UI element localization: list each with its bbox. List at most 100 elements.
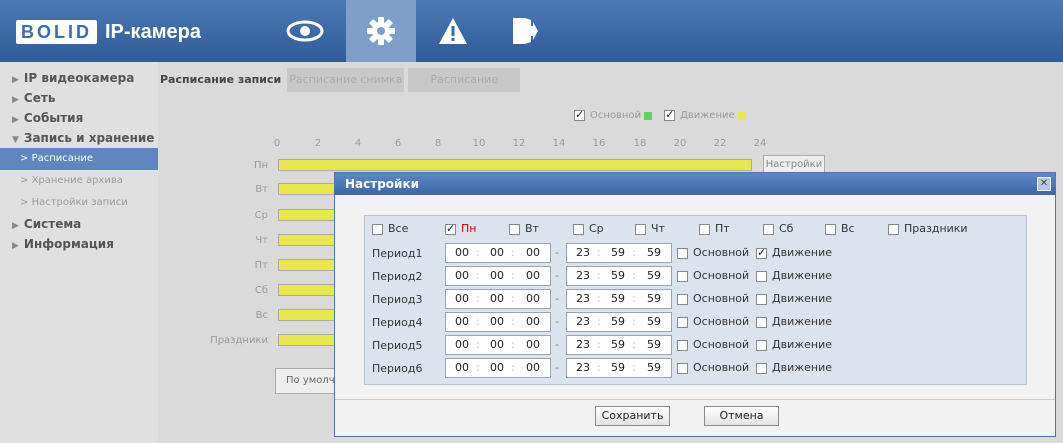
motion-option[interactable]: Движение [756,292,832,305]
main-option[interactable]: Основной [677,292,749,305]
live-view-button[interactable] [270,0,340,62]
checkbox[interactable] [509,223,520,235]
checkbox[interactable] [677,270,688,282]
legend-motion-label: Движение [680,110,735,121]
checkbox[interactable] [756,246,767,259]
main-option[interactable]: Основной [677,338,749,351]
start-time-input[interactable]: 00:00:00 [445,243,551,263]
hour-tick: 6 [394,138,402,149]
sidebar-item-system[interactable]: ▶ Система [0,214,158,234]
start-time-input[interactable]: 00:00:00 [445,266,551,286]
dialog-title: Настройки [345,177,420,191]
schedule-legend: Основной Движение [574,108,758,121]
checkbox[interactable] [763,223,774,235]
header-bar: BOLID IP-камера [0,0,1063,62]
checkbox[interactable] [756,362,767,374]
checkbox[interactable] [756,339,767,351]
start-time-input[interactable]: 00:00:00 [445,289,551,309]
legend-motion-checkbox[interactable] [664,108,676,121]
end-time-input[interactable]: 23:59:59 [566,266,672,286]
checkbox[interactable] [756,293,767,305]
day-option-wed[interactable]: Ср [573,222,604,235]
dialog-titlebar: Настройки ✕ [335,173,1055,195]
main-option[interactable]: Основной [677,361,749,374]
motion-option[interactable]: Движение [756,315,832,328]
start-time-input[interactable]: 00:00:00 [445,312,551,332]
checkbox[interactable] [635,223,646,235]
sidebar-item-camera[interactable]: ▶ IP видеокамера [0,68,158,88]
end-time-input[interactable]: 23:59:59 [566,358,672,378]
end-time-input[interactable]: 23:59:59 [566,312,672,332]
checkbox[interactable] [677,247,688,259]
sidebar-subitem-schedule[interactable]: > Расписание [0,148,158,170]
day-label: Праздники [210,335,268,346]
cancel-button[interactable]: Отмена [704,406,779,426]
day-label: Ср [254,210,268,221]
checkbox[interactable] [445,222,456,235]
sidebar-item-events[interactable]: ▶ События [0,108,158,128]
hour-tick: 8 [434,138,442,149]
sidebar: ▶ IP видеокамера ▶ Сеть ▶ События ▼ Запись и… [0,62,158,443]
checkbox[interactable] [677,339,688,351]
day-option-sun[interactable]: Вс [825,222,855,235]
sidebar-item-network[interactable]: ▶ Сеть [0,88,158,108]
day-label: Вс [255,310,268,321]
end-time-input[interactable]: 23:59:59 [566,243,672,263]
main-option[interactable]: Основной [677,315,749,328]
tab-bar: Расписание записи Расписание снимка Расп… [158,68,524,92]
checkbox[interactable] [573,223,584,235]
settings-button[interactable] [346,0,416,62]
settings-dialog: Настройки ✕ Все Пн Вт Ср Чт Пт Сб Вс Пра… [334,172,1056,437]
checkbox[interactable] [677,362,688,374]
end-time-input[interactable]: 23:59:59 [566,335,672,355]
schedule-bar-mon[interactable] [278,159,752,171]
checkbox[interactable] [677,293,688,305]
legend-main-swatch [644,111,653,120]
legend-main-checkbox[interactable] [574,108,585,121]
tab-snapshot-schedule[interactable]: Расписание снимка [287,68,405,92]
checkbox[interactable] [756,270,767,282]
sidebar-subitem-archive[interactable]: > Хранение архива [0,170,158,192]
hour-tick: 16 [592,138,606,149]
hour-tick: 18 [633,138,647,149]
checkbox[interactable] [888,223,899,235]
checkbox[interactable] [372,223,383,235]
day-option-tue[interactable]: Вт [509,222,539,235]
checkbox[interactable] [699,223,710,235]
day-option-all[interactable]: Все [372,222,408,235]
checkbox[interactable] [677,316,688,328]
day-label: Чт [255,235,268,246]
hour-tick: 14 [552,138,566,149]
sidebar-item-storage[interactable]: ▼ Запись и хранение [0,128,158,148]
sidebar-subitem-record-settings[interactable]: > Настройки записи [0,192,158,214]
motion-option[interactable]: Движение [756,361,832,374]
logout-button[interactable] [490,0,560,62]
main-option[interactable]: Основной [677,269,749,282]
tab-record-schedule[interactable]: Расписание записи [158,68,283,92]
day-option-thu[interactable]: Чт [635,222,665,235]
alarm-button[interactable] [418,0,488,62]
close-icon[interactable]: ✕ [1037,177,1051,191]
day-option-fri[interactable]: Пт [699,222,730,235]
day-option-mon[interactable]: Пн [445,222,476,235]
start-time-input[interactable]: 00:00:00 [445,358,551,378]
day-label: Вт [255,184,268,195]
checkbox[interactable] [756,316,767,328]
hour-tick: 4 [354,138,362,149]
checkbox[interactable] [825,223,836,235]
start-time-input[interactable]: 00:00:00 [445,335,551,355]
tab-schedule[interactable]: Расписание [408,68,521,92]
logo: BOLID IP-камера [16,20,201,44]
main-option[interactable]: Основной [677,246,749,259]
day-option-sat[interactable]: Сб [763,222,793,235]
sidebar-item-info[interactable]: ▶ Информация [0,234,158,254]
motion-option[interactable]: Движение [756,246,832,259]
motion-option[interactable]: Движение [756,338,832,351]
motion-option[interactable]: Движение [756,269,832,282]
app-title: IP-камера [105,20,201,43]
save-button[interactable]: Сохранить [595,406,670,426]
day-option-holidays[interactable]: Праздники [888,222,968,235]
hour-tick: 0 [273,138,281,149]
dialog-separator [335,399,1055,400]
end-time-input[interactable]: 23:59:59 [566,289,672,309]
